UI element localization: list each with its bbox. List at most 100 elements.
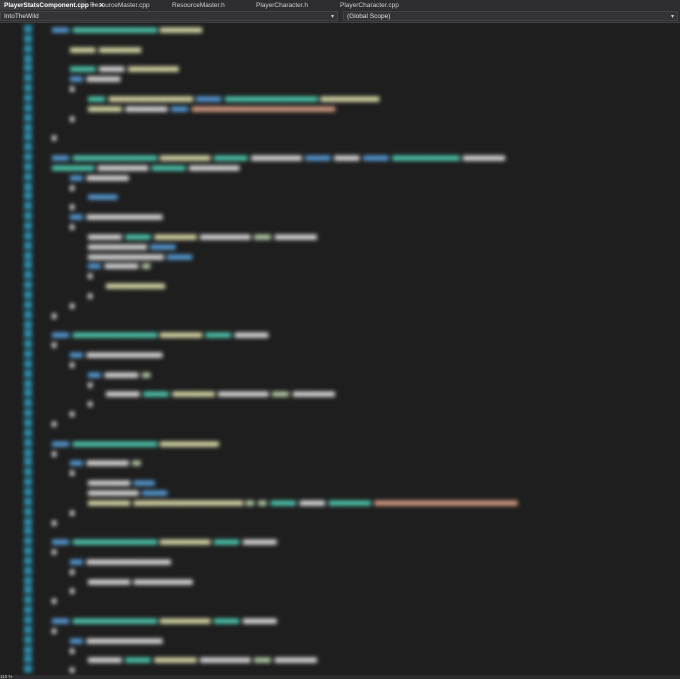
code-token: ▅▅▅▅▅▅	[125, 655, 151, 664]
code-token: ▅▅▅▅▅▅▅▅▅▅▅▅▅▅▅▅▅▅▅▅	[108, 93, 194, 102]
code-token: ▅▅▅▅▅▅▅▅▅▅▅▅	[159, 153, 211, 162]
project-dropdown[interactable]: IntoTheWild ▾	[0, 11, 338, 21]
code-token: ▅▅▅▅▅▅▅▅▅▅▅▅▅▅▅▅▅▅▅▅▅▅▅▅▅▅▅▅▅▅▅▅▅▅	[374, 497, 518, 506]
code-token: ▅	[52, 596, 57, 605]
tab-label: PlayerCharacter.h	[256, 1, 309, 9]
line-number: ██	[24, 261, 32, 270]
code-token: ▅▅	[245, 497, 255, 506]
line-number: ██	[24, 25, 32, 33]
code-token: ▅▅▅▅▅▅▅▅	[88, 103, 122, 112]
code-line: ██ ▅	[0, 449, 680, 458]
code-token: ▅	[70, 507, 75, 516]
code-token: ▅▅▅▅▅▅▅▅▅▅▅▅	[200, 655, 251, 664]
code-token: ▅▅▅	[70, 212, 83, 221]
line-number: ██	[24, 419, 32, 427]
code-token: ▅▅▅▅▅▅▅▅	[242, 537, 277, 546]
line-number: ██	[24, 192, 32, 201]
code-token: ▅▅▅▅	[52, 616, 69, 624]
code-token: ▅▅▅▅	[52, 438, 69, 447]
code-line: ██	[0, 429, 680, 438]
code-line: ██ ▅	[0, 596, 680, 605]
code-token: ▅▅▅▅▅▅▅▅▅▅▅▅▅▅▅▅▅▅▅▅	[86, 556, 171, 565]
tab-resourcemaster-h[interactable]: ResourceMaster.h	[168, 0, 252, 10]
code-line: ██ ▅	[0, 626, 680, 635]
line-number: ██	[24, 251, 32, 260]
code-token: ▅▅▅▅▅▅▅▅▅▅	[274, 231, 317, 240]
line-number: ██	[24, 527, 32, 536]
code-token: ▅	[70, 359, 75, 368]
tab-playercharacter-cpp[interactable]: PlayerCharacter.cpp	[336, 0, 420, 10]
line-number: ██	[24, 468, 32, 477]
code-token: ▅▅▅	[70, 350, 83, 359]
code-token: ▅▅▅▅▅▅▅▅▅▅▅▅	[188, 162, 240, 171]
line-number: ██	[24, 222, 32, 230]
code-token: ▅▅▅▅	[52, 330, 69, 339]
code-line: ██ ▅▅▅▅▅▅ ▅▅▅▅▅▅▅▅▅▅	[0, 45, 680, 54]
code-token: ▅▅▅▅▅▅	[270, 497, 296, 506]
code-token: ▅▅▅▅▅▅▅▅	[104, 369, 139, 378]
code-line: ██	[0, 35, 680, 44]
code-token: ▅	[70, 222, 75, 230]
code-line: ██▅▅▅▅▅▅▅▅▅▅▅▅▅	[0, 261, 680, 270]
code-token: ▅▅▅▅▅▅	[166, 251, 193, 260]
navigation-bar: IntoTheWild ▾ (Global Scope) ▾	[0, 10, 680, 23]
tab-resourcemaster-cpp[interactable]: ResourceMaster.cpp	[86, 0, 168, 10]
line-number: ██	[24, 330, 32, 339]
code-line: ██ ▅	[0, 468, 680, 477]
line-number: ██	[24, 389, 32, 398]
tab-playercharacter-h[interactable]: PlayerCharacter.h	[252, 0, 336, 10]
code-token: ▅	[70, 665, 75, 674]
code-line: ██	[0, 606, 680, 615]
status-bar	[0, 675, 680, 679]
line-number: ██	[24, 74, 32, 83]
code-line: ██ ▅	[0, 271, 680, 280]
code-line: ██▅▅▅▅▅▅▅▅▅▅▅▅▅▅▅▅▅▅▅▅▅▅▅▅▅▅▅▅▅▅▅▅▅▅▅▅▅▅…	[0, 655, 680, 664]
line-number: ██	[24, 616, 32, 624]
code-token: ▅▅▅▅▅▅▅▅▅▅▅▅▅▅	[133, 576, 193, 585]
code-token: ▅▅▅▅▅▅	[141, 487, 168, 496]
code-token: ▅▅▅▅▅▅▅▅▅▅▅▅	[159, 616, 211, 624]
tab-label: PlayerStatsComponent.cpp	[4, 1, 89, 9]
code-token: ▅▅▅	[70, 172, 83, 181]
code-token: ▅▅▅▅	[272, 389, 289, 398]
code-line: ██ ▅	[0, 518, 680, 527]
code-token: ▅▅▅▅	[52, 25, 69, 33]
code-token: ▅▅▅▅▅▅	[334, 153, 360, 162]
code-token: ▅▅▅▅▅▅▅▅▅▅	[292, 389, 335, 398]
code-token: ▅	[70, 409, 75, 418]
scope-dropdown[interactable]: (Global Scope) ▾	[343, 11, 678, 21]
zoom-level[interactable]: 110 %	[0, 674, 12, 679]
line-number: ██	[24, 547, 32, 556]
code-line: ██▅▅▅▅▅▅▅▅▅▅▅▅▅▅▅▅▅▅▅▅▅▅▅▅▅▅▅▅▅▅▅▅▅▅▅▅▅▅…	[0, 104, 680, 113]
code-token: ▅▅▅▅▅▅▅▅▅▅▅▅▅▅▅▅▅▅▅▅	[72, 25, 158, 33]
code-token: ▅▅▅▅▅▅▅▅	[151, 162, 186, 171]
code-token: ▅▅▅▅▅▅▅▅▅▅	[88, 478, 131, 487]
code-token: ▅▅▅	[70, 74, 83, 83]
project-name: IntoTheWild	[4, 12, 39, 20]
chevron-down-icon[interactable]: ▾	[331, 13, 334, 20]
code-line: ██ ▅▅▅▅▅▅▅▅▅▅▅▅▅▅▅	[0, 478, 680, 487]
code-token: ▅▅▅▅	[171, 103, 188, 112]
line-number: ██	[24, 212, 32, 221]
line-number: ██	[24, 399, 32, 408]
code-token: ▅▅▅▅▅▅▅▅▅▅	[172, 389, 215, 398]
tab-playerstatscomponent-cpp[interactable]: PlayerStatsComponent.cpp ⊢ ✕	[0, 0, 104, 10]
code-line: ██ ▅	[0, 665, 680, 674]
line-number: ██	[24, 645, 32, 654]
chevron-down-icon[interactable]: ▾	[671, 13, 674, 20]
line-number: ██	[24, 300, 32, 309]
code-token: ▅▅▅▅▅▅▅▅▅▅▅▅▅▅▅▅▅▅	[86, 350, 163, 359]
code-line: ██ ▅▅▅▅▅▅▅▅▅▅▅▅▅▅▅▅▅▅▅▅▅▅▅▅	[0, 577, 680, 586]
code-token: ▅	[88, 290, 93, 299]
line-number: ██	[24, 320, 32, 329]
code-token: ▅▅▅▅▅▅▅	[88, 192, 118, 201]
code-line: ██ ▅	[0, 380, 680, 389]
code-editor[interactable]: ██ ▅▅▅▅ ▅▅▅▅▅▅▅▅▅▅▅▅▅▅▅▅▅▅▅▅ ▅▅▅▅▅▅▅▅▅▅ ██ ██…	[0, 23, 680, 675]
code-token: ▅▅▅▅▅▅▅▅▅▅▅▅▅▅▅▅▅▅	[86, 635, 163, 644]
code-token: ▅▅▅▅	[254, 231, 271, 240]
code-token: ▅▅▅▅▅▅▅▅▅▅▅▅▅▅	[106, 281, 166, 290]
line-number: ██	[24, 507, 32, 516]
line-number: ██	[24, 162, 32, 171]
line-number: ██	[24, 133, 32, 142]
code-token: ▅	[88, 399, 93, 408]
